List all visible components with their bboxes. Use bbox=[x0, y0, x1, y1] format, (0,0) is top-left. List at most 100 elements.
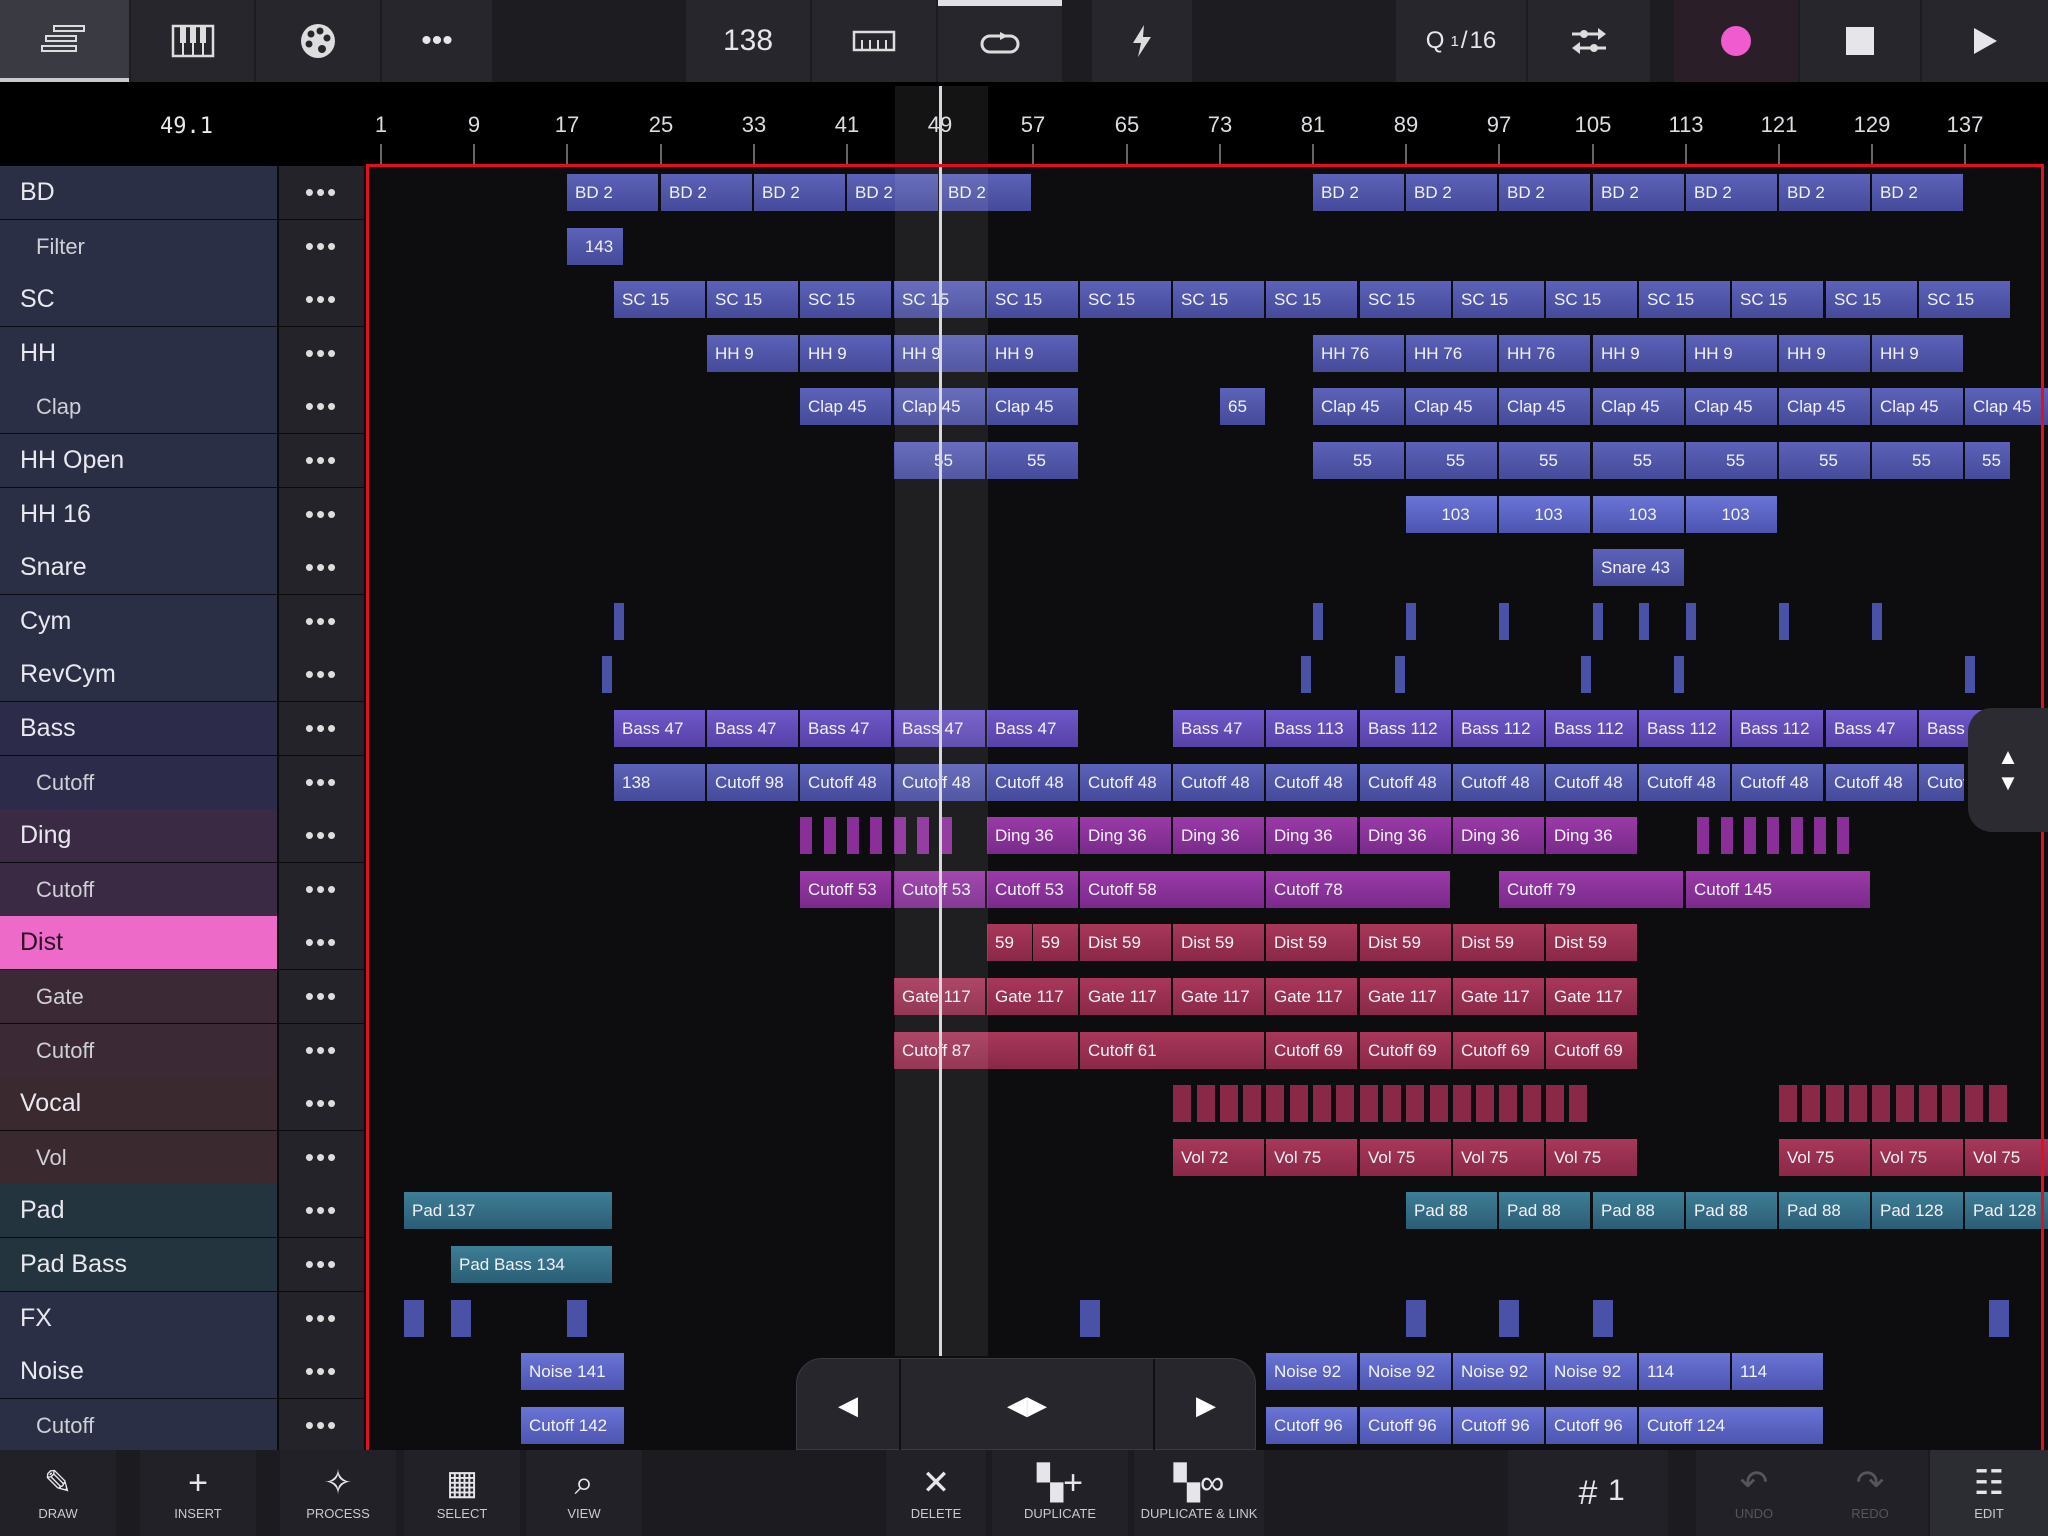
clip[interactable]: Gate 117 bbox=[1080, 978, 1171, 1015]
note-event[interactable] bbox=[1569, 1085, 1587, 1122]
edit-button[interactable]: ☷ EDIT bbox=[1930, 1450, 2048, 1536]
clip[interactable]: Clap 45 bbox=[1499, 388, 1590, 425]
clip[interactable]: Dist 59 bbox=[1453, 924, 1544, 961]
clip[interactable]: Cutoff 124 bbox=[1639, 1407, 1823, 1444]
note-event[interactable] bbox=[614, 603, 624, 640]
track-name[interactable]: Bass bbox=[0, 702, 277, 755]
clip[interactable]: Cutoff 48 bbox=[1173, 764, 1264, 801]
clip[interactable]: 59 bbox=[987, 924, 1032, 961]
track-menu-button[interactable]: ••• bbox=[279, 809, 364, 862]
clip[interactable]: BD 2 bbox=[1872, 174, 1963, 211]
note-event[interactable] bbox=[1791, 817, 1803, 854]
clip[interactable]: Vol 75 bbox=[1965, 1139, 2048, 1176]
clip[interactable]: Clap 45 bbox=[1779, 388, 1870, 425]
track-menu-button[interactable]: ••• bbox=[279, 220, 364, 273]
track-name[interactable]: Snare bbox=[0, 541, 277, 594]
note-event[interactable] bbox=[1919, 1085, 1937, 1122]
note-event[interactable] bbox=[1965, 656, 1975, 693]
clip[interactable]: 114 bbox=[1732, 1353, 1823, 1390]
clip[interactable]: Clap 45 bbox=[1686, 388, 1777, 425]
clip[interactable]: Clap 45 bbox=[1406, 388, 1497, 425]
clip[interactable]: Bass 112 bbox=[1732, 710, 1823, 747]
note-event[interactable] bbox=[1837, 817, 1849, 854]
clip[interactable]: Noise 92 bbox=[1266, 1353, 1357, 1390]
track-menu-button[interactable]: ••• bbox=[279, 273, 364, 326]
clip[interactable]: Ding 36 bbox=[1360, 817, 1451, 854]
clip[interactable]: 55 bbox=[1406, 442, 1497, 479]
clip[interactable]: 103 bbox=[1686, 496, 1777, 533]
track-name[interactable]: SC bbox=[0, 273, 277, 326]
clip[interactable]: SC 15 bbox=[1360, 281, 1451, 318]
track-row[interactable]: Vocal ••• bbox=[0, 1077, 364, 1130]
clip[interactable]: BD 2 bbox=[1593, 174, 1684, 211]
track-row[interactable]: BD ••• bbox=[0, 166, 364, 219]
clip[interactable]: Cutoff 145 bbox=[1686, 871, 1870, 908]
clip[interactable]: Cutoff 48 bbox=[1080, 764, 1171, 801]
note-event[interactable] bbox=[1430, 1085, 1448, 1122]
clip[interactable]: HH 76 bbox=[1313, 335, 1404, 372]
clip[interactable]: Bass 47 bbox=[1173, 710, 1264, 747]
note-event[interactable] bbox=[824, 817, 836, 854]
clip[interactable]: SC 15 bbox=[1546, 281, 1637, 318]
track-menu-button[interactable]: ••• bbox=[279, 702, 364, 755]
track-menu-button[interactable]: ••• bbox=[279, 434, 364, 487]
clip[interactable]: BD 2 bbox=[1406, 174, 1497, 211]
clip[interactable]: Clap 45 bbox=[1965, 388, 2048, 425]
track-row[interactable]: Noise ••• bbox=[0, 1345, 364, 1398]
note-event[interactable] bbox=[1826, 1085, 1844, 1122]
note-event[interactable] bbox=[1686, 603, 1696, 640]
note-event[interactable] bbox=[1173, 1085, 1191, 1122]
note-event[interactable] bbox=[1453, 1085, 1471, 1122]
track-name[interactable]: Vocal bbox=[0, 1077, 277, 1130]
note-event[interactable] bbox=[1220, 1085, 1238, 1122]
track-menu-button[interactable]: ••• bbox=[279, 1292, 364, 1345]
clip[interactable]: 103 bbox=[1499, 496, 1590, 533]
clip[interactable]: 65 bbox=[1220, 388, 1265, 425]
keyboard-view-button[interactable] bbox=[131, 0, 254, 82]
clip[interactable]: Cutoff 48 bbox=[1546, 764, 1637, 801]
note-event[interactable] bbox=[1721, 817, 1733, 854]
track-row[interactable]: Gate ••• bbox=[0, 970, 364, 1023]
clip[interactable]: Cutoff 48 bbox=[800, 764, 891, 801]
track-menu-button[interactable]: ••• bbox=[279, 916, 364, 969]
clip[interactable]: 55 bbox=[1313, 442, 1404, 479]
metronome-button[interactable] bbox=[812, 0, 936, 82]
clip[interactable]: Cutoff 96 bbox=[1453, 1407, 1544, 1444]
note-event[interactable] bbox=[1849, 1085, 1867, 1122]
track-name[interactable]: Dist bbox=[0, 916, 277, 969]
track-menu-button[interactable]: ••• bbox=[279, 327, 364, 380]
note-event[interactable] bbox=[404, 1300, 424, 1337]
track-menu-button[interactable]: ••• bbox=[279, 380, 364, 433]
clip[interactable]: Pad Bass 134 bbox=[451, 1246, 612, 1283]
note-event[interactable] bbox=[1360, 1085, 1378, 1122]
track-menu-button[interactable]: ••• bbox=[279, 648, 364, 701]
note-event[interactable] bbox=[1779, 603, 1789, 640]
track-name[interactable]: Vol bbox=[0, 1131, 277, 1184]
note-event[interactable] bbox=[1593, 603, 1603, 640]
track-menu-button[interactable]: ••• bbox=[279, 1345, 364, 1398]
clip[interactable]: HH 9 bbox=[1872, 335, 1963, 372]
clip[interactable]: Cutoff 53 bbox=[800, 871, 891, 908]
clip[interactable]: 55 bbox=[1499, 442, 1590, 479]
clip[interactable]: 55 bbox=[987, 442, 1078, 479]
track-menu-button[interactable]: ••• bbox=[279, 863, 364, 916]
clip[interactable]: Cutoff 69 bbox=[1453, 1032, 1544, 1069]
note-event[interactable] bbox=[1266, 1085, 1284, 1122]
track-row[interactable]: Cutoff ••• bbox=[0, 863, 364, 916]
clip[interactable]: 55 bbox=[1686, 442, 1777, 479]
clip[interactable]: BD 2 bbox=[567, 174, 658, 211]
note-event[interactable] bbox=[602, 656, 612, 693]
clip[interactable]: HH 9 bbox=[1686, 335, 1777, 372]
track-row[interactable]: Ding ••• bbox=[0, 809, 364, 862]
routing-button[interactable] bbox=[1528, 0, 1650, 82]
track-menu-button[interactable]: ••• bbox=[279, 1131, 364, 1184]
clip[interactable]: Cutoff 48 bbox=[1732, 764, 1823, 801]
clip[interactable]: Ding 36 bbox=[1546, 817, 1637, 854]
delete-button[interactable]: ✕ DELETE bbox=[886, 1450, 986, 1536]
clip[interactable]: Bass 47 bbox=[614, 710, 705, 747]
clip[interactable]: HH 9 bbox=[707, 335, 798, 372]
clip[interactable]: 55 bbox=[1593, 442, 1684, 479]
vertical-zoom-handle[interactable]: ▲ ▼ bbox=[1968, 708, 2048, 832]
clip[interactable]: Pad 88 bbox=[1593, 1192, 1684, 1229]
clip[interactable]: 55 bbox=[1779, 442, 1870, 479]
